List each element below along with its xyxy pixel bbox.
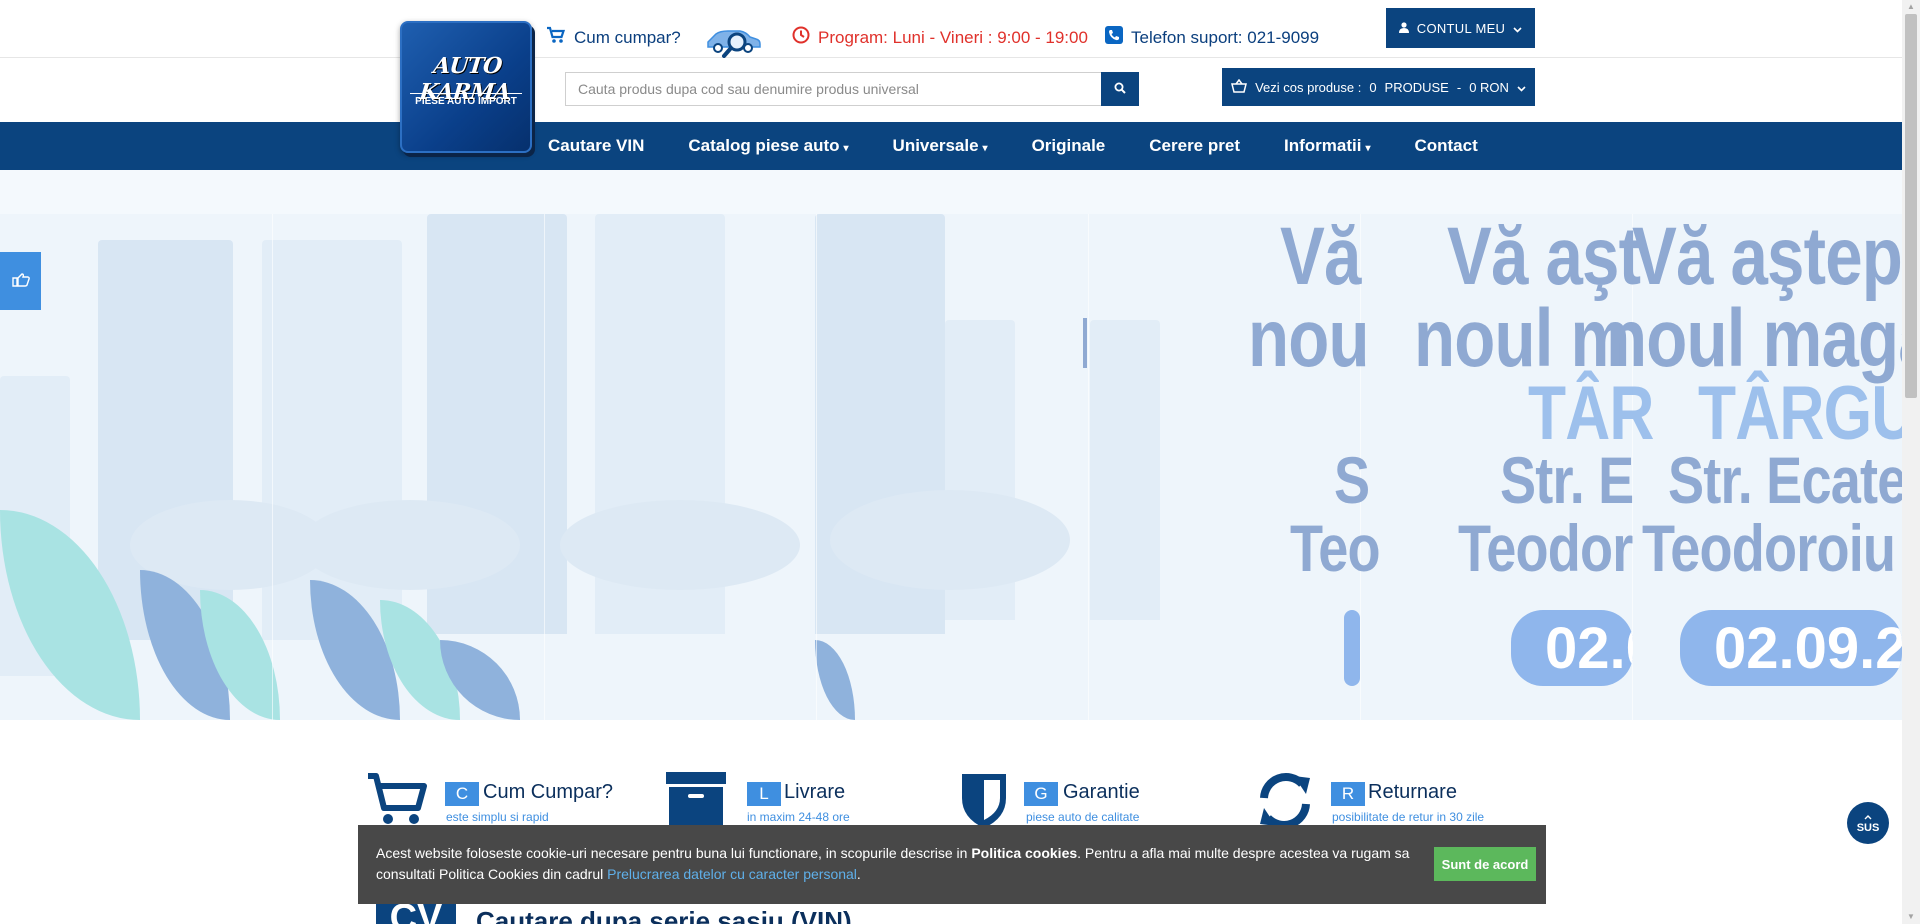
top-bar: Cum cumpar? Program: Luni - Vineri : 9:0… bbox=[0, 0, 1902, 58]
car-search-icon[interactable] bbox=[704, 24, 764, 58]
search-input[interactable] bbox=[565, 72, 1101, 106]
nav-item-cerere-pret[interactable]: Cerere pret bbox=[1149, 136, 1240, 156]
scroll-down-arrow-icon[interactable]: ▼ bbox=[1902, 910, 1920, 924]
hero-address: Teodoroiu n bbox=[1642, 511, 1902, 585]
feature-livrare[interactable]: L Livrare in maxim 24-48 ore bbox=[666, 772, 926, 832]
hero-address: Teo bbox=[1290, 511, 1381, 585]
feature-garantie[interactable]: G Garantie piese auto de calitate bbox=[960, 772, 1220, 832]
hero-headline: nou bbox=[1248, 293, 1370, 384]
feature-subtitle: in maxim 24-48 ore bbox=[747, 810, 850, 824]
nav-item-contact[interactable]: Contact bbox=[1414, 136, 1477, 156]
vin-title: Cautare dupa serie sasiu (VIN) bbox=[476, 906, 852, 924]
logo-subtitle: PIESE AUTO IMPORT bbox=[410, 93, 522, 107]
phone-icon bbox=[1105, 26, 1123, 49]
program-hours: Program: Luni - Vineri : 9:00 - 19:00 bbox=[792, 26, 1088, 49]
refresh-icon bbox=[1256, 772, 1316, 832]
site-logo[interactable]: AUTO KARMA PIESE AUTO IMPORT bbox=[400, 21, 532, 153]
caret-down-icon: ▾ bbox=[843, 143, 849, 154]
hero-address: Str. E bbox=[1500, 443, 1634, 517]
chevron-down-icon bbox=[1513, 21, 1522, 36]
scrollbar-thumb[interactable] bbox=[1905, 14, 1917, 398]
user-icon bbox=[1398, 21, 1409, 36]
cart-icon bbox=[546, 26, 566, 49]
cookie-policy-bold: Politica cookies bbox=[971, 845, 1078, 861]
nav-item-universale[interactable]: Universale ▾ bbox=[893, 136, 988, 156]
how-to-buy-link[interactable]: Cum cumpar? bbox=[546, 26, 681, 49]
date-pill: 02.09.20 bbox=[1680, 610, 1902, 686]
phone-label: Telefon suport: 021-9099 bbox=[1131, 27, 1320, 47]
date-pill bbox=[1344, 610, 1360, 686]
caret-down-icon: ▾ bbox=[1365, 143, 1371, 154]
feature-title: Livrare bbox=[784, 781, 846, 803]
search-icon bbox=[1114, 82, 1126, 97]
hero-address: Str. Ecater bbox=[1668, 443, 1902, 517]
main-navigation: Cautare VIN Catalog piese auto ▾ Universa… bbox=[0, 122, 1902, 170]
cart-total: 0 RON bbox=[1469, 79, 1509, 95]
cart-button[interactable]: Vezi cos produse : 0 PRODUSE - 0 RON bbox=[1222, 68, 1535, 106]
scroll-up-arrow-icon[interactable]: ▲ bbox=[1902, 0, 1920, 14]
program-label: Program: Luni - Vineri : 9:00 - 19:00 bbox=[818, 27, 1088, 47]
cart-count: 0 bbox=[1369, 79, 1377, 95]
account-label: CONTUL MEU bbox=[1416, 20, 1506, 36]
caret-down-icon: ▾ bbox=[982, 143, 988, 154]
chevron-down-icon bbox=[1517, 80, 1526, 95]
building-illustration bbox=[1090, 320, 1160, 620]
hero-headline: Vă bbox=[1280, 211, 1361, 302]
hero-headline: Vă aşt bbox=[1447, 211, 1641, 302]
feature-title: Garantie bbox=[1063, 781, 1140, 803]
nav-item-catalog[interactable]: Catalog piese auto ▾ bbox=[688, 136, 848, 156]
phone-support[interactable]: Telefon suport: 021-9099 bbox=[1105, 26, 1319, 49]
feature-subtitle: piese auto de calitate bbox=[1026, 810, 1140, 824]
cart-icon bbox=[366, 772, 427, 832]
privacy-policy-link[interactable]: Prelucrarea datelor cu caracter personal bbox=[607, 866, 857, 882]
hero-address: Teodor bbox=[1458, 511, 1633, 585]
search-bar bbox=[565, 72, 1139, 106]
thumbs-up-button[interactable] bbox=[0, 252, 41, 310]
cart-count-unit: PRODUSE bbox=[1384, 79, 1449, 95]
search-button[interactable] bbox=[1101, 72, 1139, 106]
feature-letter: L bbox=[747, 782, 781, 806]
feature-letter: R bbox=[1331, 782, 1365, 806]
hero-address: S bbox=[1334, 443, 1370, 517]
account-button[interactable]: CONTUL MEU bbox=[1386, 8, 1535, 48]
feature-returnare[interactable]: R Returnare posibilitate de retur in 30 … bbox=[1256, 772, 1556, 832]
accept-cookies-button[interactable]: Sunt de acord bbox=[1434, 847, 1536, 881]
feature-cum-cumpar[interactable]: C Cum Cumpar? este simplu si rapid bbox=[366, 772, 626, 832]
box-icon bbox=[666, 772, 726, 832]
cloud-illustration bbox=[560, 500, 800, 590]
cloud-illustration bbox=[830, 490, 1070, 590]
feature-letter: C bbox=[445, 782, 479, 806]
date-pill: 02.0 bbox=[1511, 610, 1633, 686]
cart-label: Vezi cos produse : bbox=[1255, 79, 1362, 95]
how-to-buy-label: Cum cumpar? bbox=[574, 27, 681, 47]
hero-slider[interactable]: Vă Vă aşt Vă aştept nou noul m noul maga… bbox=[0, 170, 1902, 720]
page-scrollbar[interactable]: ▲ ▼ bbox=[1902, 0, 1920, 924]
scroll-top-label: SUS bbox=[1856, 822, 1880, 834]
basket-icon bbox=[1231, 78, 1248, 96]
feature-title: Returnare bbox=[1368, 781, 1457, 803]
hero-headline: Vă aştept bbox=[1632, 211, 1902, 302]
nav-item-originale[interactable]: Originale bbox=[1032, 136, 1106, 156]
feature-subtitle: posibilitate de retur in 30 zile bbox=[1332, 810, 1485, 824]
clock-icon bbox=[792, 26, 810, 49]
hand-point-icon bbox=[11, 271, 30, 292]
nav-item-cautare-vin[interactable]: Cautare VIN bbox=[548, 136, 644, 156]
feature-title: Cum Cumpar? bbox=[483, 781, 614, 803]
feature-letter: G bbox=[1024, 782, 1058, 806]
scroll-top-button[interactable]: SUS bbox=[1847, 802, 1889, 844]
feature-subtitle: este simplu si rapid bbox=[446, 810, 549, 824]
cloud-illustration bbox=[300, 500, 520, 590]
cookie-banner: Acest website foloseste cookie-uri neces… bbox=[358, 825, 1546, 904]
cookie-text: Acest website foloseste cookie-uri neces… bbox=[376, 845, 1410, 882]
shield-icon bbox=[960, 772, 1020, 832]
nav-item-informatii[interactable]: Informatii ▾ bbox=[1284, 136, 1370, 156]
